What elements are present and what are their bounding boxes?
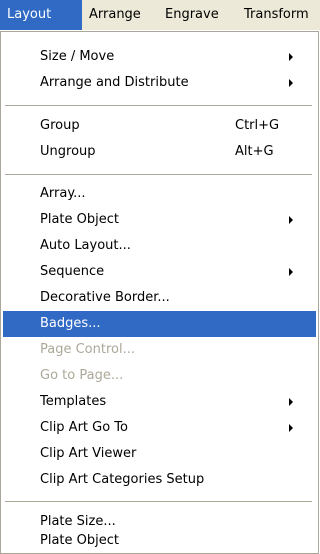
menu-item-label: Clip Art Viewer	[40, 446, 137, 461]
menu-item-clip-art-categories-setup[interactable]: Clip Art Categories Setup	[3, 467, 316, 493]
menu-item-label: Go to Page...	[40, 368, 124, 383]
menu-engrave[interactable]: Engrave	[158, 0, 237, 30]
menu-item-label: Ungroup	[40, 144, 96, 159]
layout-dropdown-menu: Size / Move Arrange and Distribute Group…	[0, 31, 319, 554]
menu-item-size-move[interactable]: Size / Move	[3, 44, 316, 70]
menu-item-group[interactable]: Group Ctrl+G	[3, 113, 316, 139]
menu-separator	[5, 174, 312, 175]
menu-transform[interactable]: Transform	[237, 0, 320, 30]
menu-item-templates[interactable]: Templates	[3, 389, 316, 415]
submenu-arrow-icon	[289, 268, 293, 276]
shortcut-label: Ctrl+G	[235, 118, 280, 133]
menu-layout[interactable]: Layout	[0, 0, 82, 30]
menu-item-go-to-page[interactable]: Go to Page...	[3, 363, 316, 389]
menu-item-array[interactable]: Array...	[3, 181, 316, 207]
menu-item-ungroup[interactable]: Ungroup Alt+G	[3, 139, 316, 165]
menu-item-clip-art-go-to[interactable]: Clip Art Go To	[3, 415, 316, 441]
menu-item-plate-object-2[interactable]: Plate Object	[3, 529, 316, 553]
menu-item-label: Arrange and Distribute	[40, 75, 189, 90]
menu-item-page-control[interactable]: Page Control...	[3, 337, 316, 363]
menu-item-label: Array...	[40, 186, 86, 201]
menu-item-badges[interactable]: Badges...	[3, 311, 316, 337]
menu-item-label: Clip Art Go To	[40, 420, 128, 435]
menu-item-clip-art-viewer[interactable]: Clip Art Viewer	[3, 441, 316, 467]
menu-item-decorative-border[interactable]: Decorative Border...	[3, 285, 316, 311]
menu-separator	[5, 105, 312, 106]
submenu-arrow-icon	[289, 216, 293, 224]
menu-item-label: Badges...	[40, 316, 101, 331]
menu-item-label: Page Control...	[40, 342, 135, 357]
menu-item-label: Plate Object	[40, 533, 119, 548]
menu-item-label: Group	[40, 118, 80, 133]
menu-item-label: Plate Object	[40, 212, 119, 227]
menu-item-sequence[interactable]: Sequence	[3, 259, 316, 285]
menu-item-label: Templates	[40, 394, 107, 409]
menu-item-label: Sequence	[40, 264, 105, 279]
menu-item-auto-layout[interactable]: Auto Layout...	[3, 233, 316, 259]
menu-item-label: Size / Move	[40, 49, 115, 64]
menu-item-label: Clip Art Categories Setup	[40, 472, 205, 487]
submenu-arrow-icon	[289, 53, 293, 61]
menu-separator	[5, 501, 312, 502]
menu-arrange[interactable]: Arrange	[82, 0, 158, 30]
menu-item-label: Auto Layout...	[40, 238, 131, 253]
submenu-arrow-icon	[289, 424, 293, 432]
shortcut-label: Alt+G	[235, 144, 274, 159]
menu-item-plate-object[interactable]: Plate Object	[3, 207, 316, 233]
menu-item-label: Decorative Border...	[40, 290, 170, 305]
submenu-arrow-icon	[289, 79, 293, 87]
menu-item-arrange-distribute[interactable]: Arrange and Distribute	[3, 70, 316, 96]
menu-bar: Layout Arrange Engrave Transform	[0, 0, 320, 31]
submenu-arrow-icon	[289, 398, 293, 406]
